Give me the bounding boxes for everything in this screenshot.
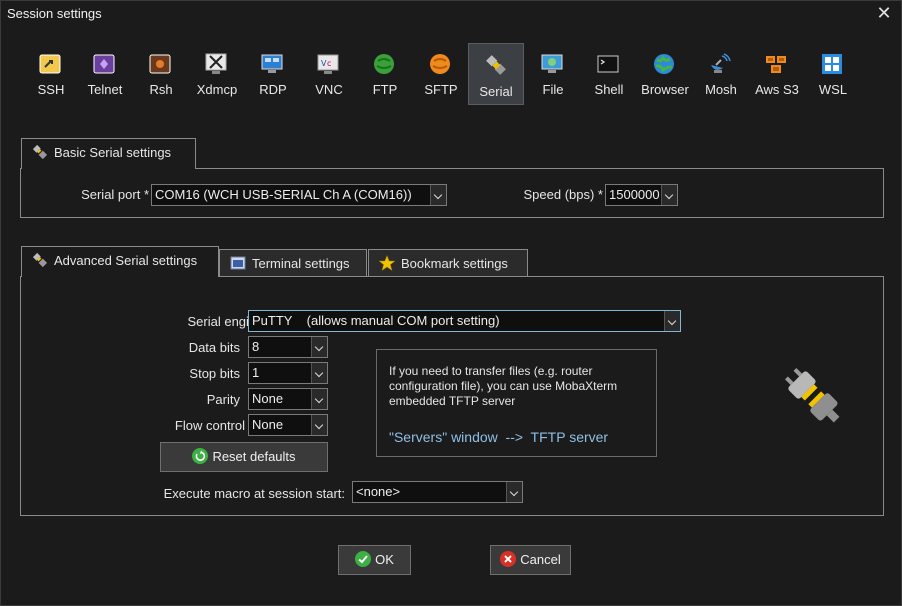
stop-bits-select[interactable]: 1 xyxy=(248,362,328,384)
ssh-icon xyxy=(39,54,61,74)
serial-icon xyxy=(486,55,506,75)
speed-label: Speed (bps) * xyxy=(523,187,604,202)
aws-s3-icon xyxy=(766,56,786,73)
browser-icon xyxy=(654,54,674,74)
check-icon xyxy=(355,551,372,567)
refresh-icon xyxy=(192,448,209,464)
tool-ssh[interactable]: SSH xyxy=(23,43,79,105)
tool-shell[interactable]: Shell xyxy=(581,43,637,105)
cancel-button[interactable]: Cancel xyxy=(490,545,571,575)
mosh-icon xyxy=(711,53,731,73)
tool-rdp[interactable]: RDP xyxy=(245,43,301,105)
chevron-down-icon xyxy=(311,337,327,357)
serial-plug-illustration-icon xyxy=(785,368,840,423)
tool-xdmcp[interactable]: Xdmcp xyxy=(189,43,245,105)
flow-control-label: Flow control xyxy=(174,418,245,433)
vnc-icon: Vc xyxy=(317,54,339,74)
telnet-icon xyxy=(93,54,115,74)
tool-wsl[interactable]: WSL xyxy=(805,43,861,105)
tab-terminal-settings[interactable]: Terminal settings xyxy=(219,249,367,277)
rdp-icon xyxy=(261,54,283,73)
ok-button[interactable]: OK xyxy=(338,545,411,575)
sftp-icon xyxy=(430,54,450,74)
stop-bits-label: Stop bits xyxy=(189,366,240,381)
serial-plug-icon xyxy=(32,252,48,268)
flow-control-select[interactable]: None xyxy=(248,414,328,436)
parity-label: Parity xyxy=(206,392,240,407)
tool-browser[interactable]: Browser xyxy=(637,43,693,105)
chevron-down-icon xyxy=(506,482,522,502)
session-settings-window: Session settings ✕ SSH Telnet Rsh Xdmcp … xyxy=(0,0,902,606)
session-type-toolbar: SSH Telnet Rsh Xdmcp RDP Vc VNC FTP SFTP xyxy=(23,43,883,105)
tab-advanced-serial[interactable]: Advanced Serial settings xyxy=(21,246,219,277)
chevron-down-icon xyxy=(311,415,327,435)
chevron-down-icon xyxy=(661,185,677,205)
tab-bookmark-settings[interactable]: Bookmark settings xyxy=(368,249,528,277)
tool-rsh[interactable]: Rsh xyxy=(133,43,189,105)
tftp-info-text: If you need to transfer files (e.g. rout… xyxy=(389,364,618,408)
tool-serial[interactable]: Serial xyxy=(468,43,524,105)
tool-ftp[interactable]: FTP xyxy=(357,43,413,105)
serial-engine-label: Serial engine: xyxy=(187,314,268,329)
macro-select[interactable]: <none> xyxy=(352,481,523,503)
data-bits-select[interactable]: 8 xyxy=(248,336,328,358)
tool-mosh[interactable]: Mosh xyxy=(693,43,749,105)
tftp-info-link[interactable]: "Servers" window --> TFTP server xyxy=(389,429,608,445)
tab-basic-serial[interactable]: Basic Serial settings xyxy=(21,138,196,169)
chevron-down-icon xyxy=(311,389,327,409)
star-icon xyxy=(379,255,395,271)
tool-aws-s3[interactable]: Aws S3 xyxy=(749,43,805,105)
chevron-down-icon xyxy=(430,185,446,205)
basic-settings-panel: Serial port * COM16 (WCH USB-SERIAL Ch A… xyxy=(20,168,884,218)
close-icon[interactable]: ✕ xyxy=(875,4,893,22)
ftp-icon xyxy=(374,54,394,74)
macro-label: Execute macro at session start: xyxy=(163,486,345,501)
tftp-info-box: If you need to transfer files (e.g. rout… xyxy=(376,349,657,457)
rsh-icon xyxy=(149,54,171,74)
chevron-down-icon xyxy=(311,363,327,383)
cancel-icon xyxy=(500,551,517,567)
tool-file[interactable]: File xyxy=(525,43,581,105)
data-bits-label: Data bits xyxy=(188,340,240,355)
tool-telnet[interactable]: Telnet xyxy=(77,43,133,105)
terminal-icon xyxy=(230,256,246,270)
shell-icon xyxy=(597,55,619,73)
tool-sftp[interactable]: SFTP xyxy=(413,43,469,105)
serial-port-label: Serial port * xyxy=(81,187,149,202)
reset-defaults-button[interactable]: Reset defaults xyxy=(160,442,328,472)
title-bar: Session settings ✕ xyxy=(1,1,901,27)
serial-engine-select[interactable]: PuTTY (allows manual COM port setting) xyxy=(248,310,681,332)
parity-select[interactable]: None xyxy=(248,388,328,410)
file-icon xyxy=(541,54,563,73)
window-title: Session settings xyxy=(7,6,102,21)
serial-port-select[interactable]: COM16 (WCH USB-SERIAL Ch A (COM16)) xyxy=(151,184,447,206)
xdmcp-icon xyxy=(205,53,227,74)
speed-select[interactable]: 1500000 xyxy=(605,184,678,206)
chevron-down-icon xyxy=(664,311,680,331)
svg-text:c: c xyxy=(327,59,331,68)
tool-vnc[interactable]: Vc VNC xyxy=(301,43,357,105)
serial-plug-icon xyxy=(32,144,48,160)
wsl-icon xyxy=(822,54,842,74)
